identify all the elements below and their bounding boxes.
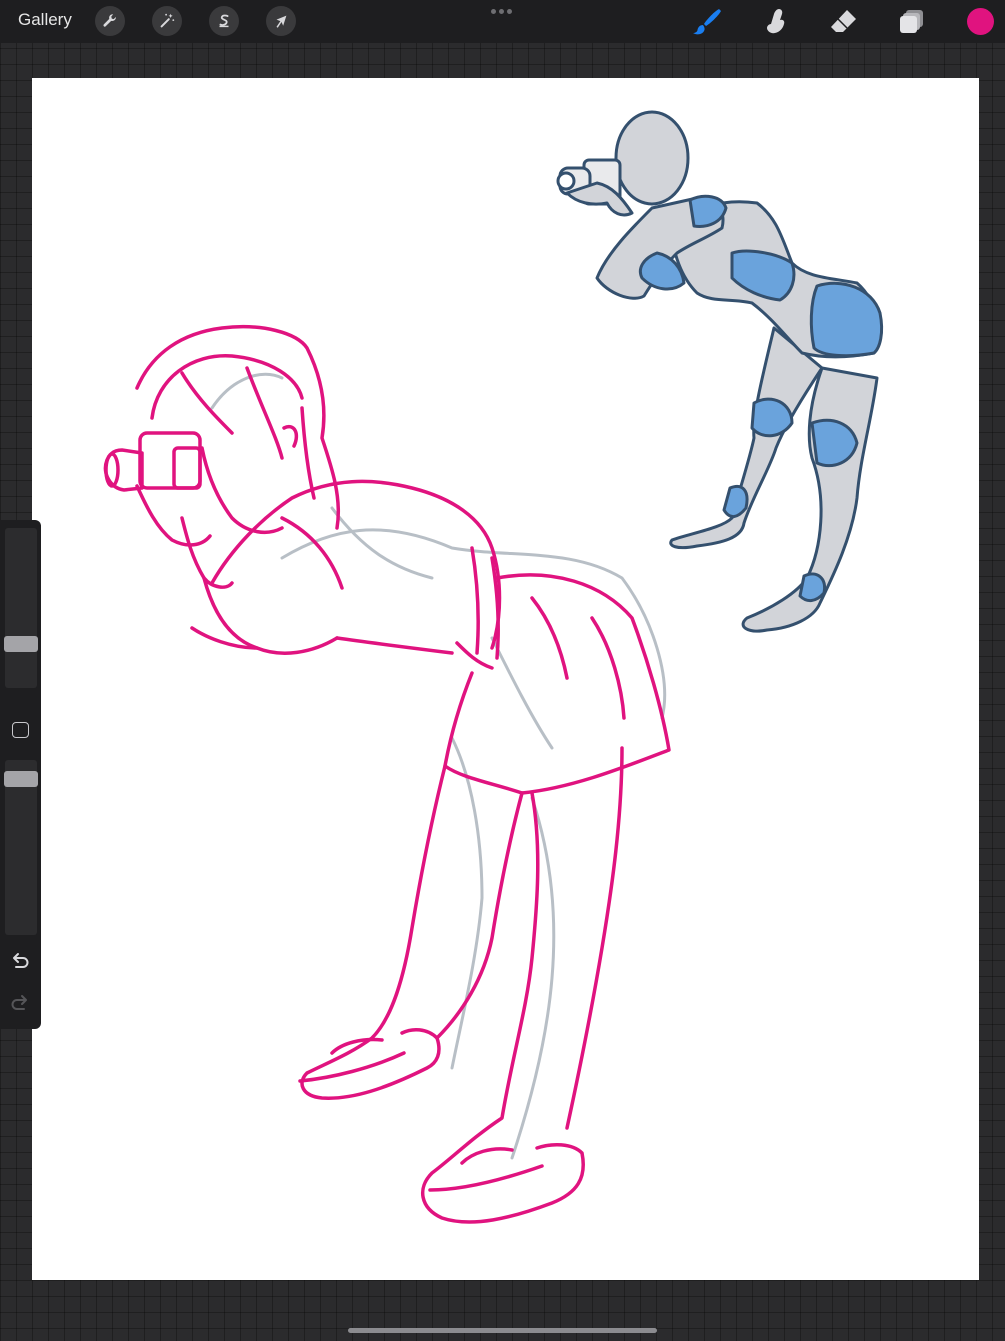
selection-s-icon	[219, 14, 229, 28]
figure-sketch	[103, 324, 671, 1224]
top-toolbar: Gallery	[0, 0, 1005, 43]
mannequin-reference	[556, 110, 884, 633]
selection-button[interactable]	[209, 6, 239, 36]
undo-button[interactable]	[9, 950, 31, 972]
artwork	[103, 110, 884, 1224]
gallery-button[interactable]: Gallery	[18, 10, 72, 30]
brush-icon	[693, 9, 721, 35]
redo-arrow-icon	[11, 995, 27, 1010]
arrow-cursor-icon	[276, 15, 287, 28]
brush-size-slider[interactable]	[4, 528, 38, 688]
transform-button[interactable]	[266, 6, 296, 36]
smudge-finger-icon	[767, 9, 785, 34]
drawing-canvas[interactable]	[32, 78, 979, 1280]
magic-wand-icon	[160, 13, 175, 28]
undo-arrow-icon	[13, 953, 29, 968]
brush-opacity-slider[interactable]	[4, 760, 38, 935]
wrench-icon	[103, 14, 116, 27]
actions-button[interactable]	[95, 6, 125, 36]
brush-tool-button[interactable]	[690, 5, 724, 39]
left-sidebar	[0, 520, 41, 1029]
home-indicator[interactable]	[348, 1328, 657, 1333]
brush-size-thumb[interactable]	[4, 636, 38, 652]
color-picker-button[interactable]	[967, 8, 994, 35]
adjustments-button[interactable]	[152, 6, 182, 36]
smudge-tool-button[interactable]	[758, 5, 792, 39]
eraser-icon	[831, 10, 856, 32]
redo-button[interactable]	[9, 992, 31, 1014]
modify-button[interactable]	[12, 722, 29, 738]
drag-handle[interactable]	[491, 9, 512, 14]
eraser-tool-button[interactable]	[827, 5, 861, 39]
layers-button[interactable]	[895, 5, 929, 39]
brush-opacity-thumb[interactable]	[4, 771, 38, 787]
layers-icon	[900, 10, 923, 33]
